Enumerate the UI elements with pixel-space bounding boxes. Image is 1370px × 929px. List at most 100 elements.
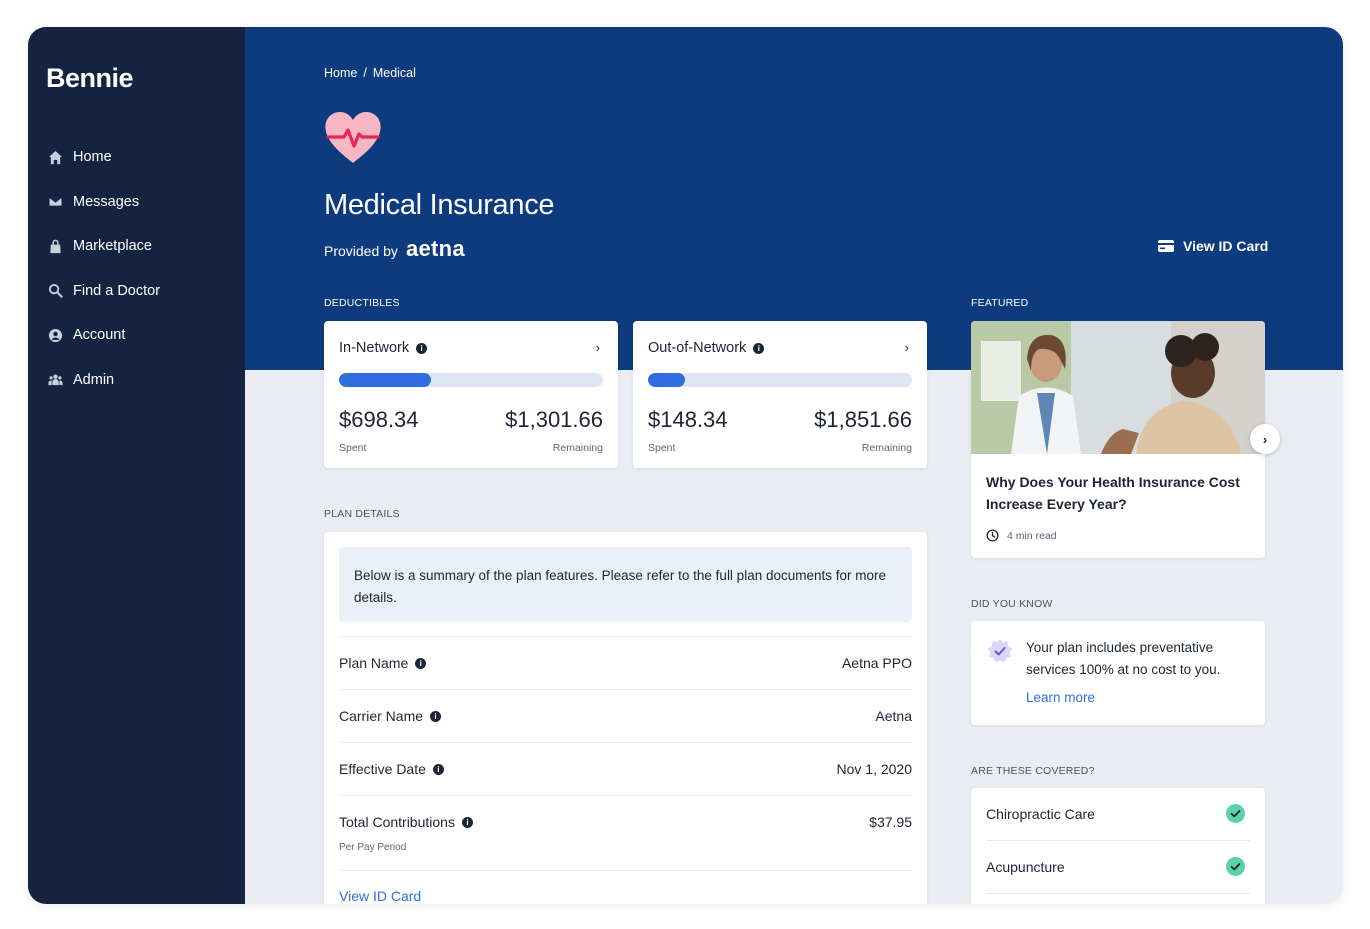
id-card-icon	[1158, 240, 1174, 252]
covered-card: Chiropractic Care Acupuncture	[971, 788, 1265, 904]
spent-label: Spent	[339, 442, 367, 454]
remaining-amount: $1,301.66	[505, 407, 603, 432]
covered-heading: ARE THESE COVERED?	[971, 765, 1095, 777]
covered-item[interactable]: Chiropractic Care	[986, 788, 1250, 841]
did-you-know-heading: DID YOU KNOW	[971, 598, 1053, 610]
row-value: Nov 1, 2020	[836, 761, 913, 777]
deductible-progress-fill	[648, 373, 685, 387]
covered-item-label: Chiropractic Care	[986, 806, 1095, 822]
main-content: Home / Medical Medical Insurance Provided …	[245, 27, 1343, 904]
info-icon[interactable]: i	[461, 816, 473, 828]
remaining-label: Remaining	[552, 442, 603, 454]
row-value: Aetna PPO	[841, 655, 912, 671]
sidebar-item-label: Admin	[73, 371, 115, 388]
home-icon	[48, 150, 63, 164]
remaining-amount: $1,851.66	[814, 407, 912, 432]
row-label: Total Contributions	[339, 814, 455, 830]
plan-row-carrier-name: Carrier Name i Aetna	[339, 689, 912, 742]
sidebar-nav: Home Messages Marketplace Find a Doctor …	[28, 135, 245, 402]
row-value: Aetna	[875, 708, 912, 724]
sidebar-item-label: Messages	[73, 193, 140, 210]
sidebar-item-home[interactable]: Home	[28, 135, 245, 180]
featured-photo	[971, 321, 1265, 454]
breadcrumb-separator: /	[363, 66, 367, 80]
deductibles-heading: DEDUCTIBLES	[324, 297, 400, 309]
sidebar: Bennie Home Messages Marketplace Find a …	[28, 27, 245, 904]
users-icon	[48, 374, 63, 386]
breadcrumb: Home / Medical	[324, 66, 416, 80]
check-circle-icon	[1226, 804, 1245, 823]
featured-article-card[interactable]: › Why Does Your Health Insurance Cost In…	[971, 321, 1280, 558]
view-id-card-label: View ID Card	[1183, 238, 1269, 254]
covered-item[interactable]: Acupuncture	[986, 841, 1250, 894]
breadcrumb-current: Medical	[372, 66, 416, 80]
sidebar-item-messages[interactable]: Messages	[28, 180, 245, 225]
sidebar-item-account[interactable]: Account	[28, 313, 245, 358]
logo[interactable]: Bennie	[46, 63, 134, 94]
info-icon[interactable]: i	[432, 763, 444, 775]
deductible-progress-fill	[339, 373, 432, 387]
info-icon[interactable]: i	[430, 710, 442, 722]
app-window: Bennie Home Messages Marketplace Find a …	[28, 27, 1343, 904]
did-you-know-card: Your plan includes preventative services…	[971, 621, 1265, 725]
view-id-card-button[interactable]: View ID Card	[1158, 238, 1268, 254]
spent-amount: $698.34	[339, 407, 419, 432]
plan-details-heading: PLAN DETAILS	[324, 508, 400, 520]
heart-pulse-icon	[325, 112, 381, 163]
info-icon[interactable]: i	[415, 657, 427, 669]
spent-label: Spent	[648, 442, 676, 454]
featured-title[interactable]: Why Does Your Health Insurance Cost Incr…	[986, 471, 1251, 515]
sidebar-item-find-a-doctor[interactable]: Find a Doctor	[28, 269, 245, 314]
row-label: Plan Name	[339, 655, 409, 671]
user-circle-icon	[48, 328, 63, 342]
plan-summary: Below is a summary of the plan features.…	[339, 547, 912, 622]
did-you-know-text: Your plan includes preventative services…	[1026, 640, 1221, 677]
covered-item-label: Acupuncture	[986, 859, 1065, 875]
sidebar-item-label: Marketplace	[73, 238, 152, 255]
sidebar-item-label: Home	[73, 149, 112, 166]
provider-logo: aetna	[405, 236, 465, 261]
deductible-progress	[339, 373, 603, 387]
info-icon[interactable]: i	[753, 342, 765, 354]
sidebar-item-label: Account	[73, 327, 126, 344]
envelope-icon	[48, 196, 63, 207]
row-sublabel: Per Pay Period	[339, 842, 407, 853]
verified-badge-icon	[988, 639, 1012, 662]
provider-line: Provided by aetna	[324, 236, 465, 262]
chevron-right-icon[interactable]: ›	[905, 340, 909, 355]
plan-details-card: Below is a summary of the plan features.…	[324, 532, 927, 904]
deductible-progress	[648, 373, 912, 387]
row-label: Carrier Name	[339, 708, 424, 724]
deductible-title-text: Out-of-Network	[648, 340, 747, 356]
deductible-title-text: In-Network	[339, 340, 410, 356]
remaining-label: Remaining	[861, 442, 912, 454]
plan-row-id-card: View ID Card	[339, 870, 912, 904]
shopping-bag-icon	[50, 239, 61, 253]
in-network-card[interactable]: In-Network i › $698.34 $1,301.66 Spent R…	[324, 321, 618, 468]
read-time: 4 min read	[986, 529, 1057, 542]
check-circle-icon	[1226, 857, 1245, 876]
breadcrumb-home[interactable]: Home	[324, 66, 357, 80]
provided-by-label: Provided by	[324, 243, 398, 259]
row-value: $37.95	[869, 814, 912, 830]
page-title: Medical Insurance	[324, 189, 555, 221]
carousel-next-button[interactable]: ›	[1250, 424, 1280, 454]
plan-row-plan-name: Plan Name i Aetna PPO	[339, 636, 912, 689]
search-icon	[48, 284, 63, 298]
clock-icon	[986, 529, 999, 542]
learn-more-link[interactable]: Learn more	[1026, 690, 1095, 705]
plan-row-effective-date: Effective Date i Nov 1, 2020	[339, 742, 912, 795]
spent-amount: $148.34	[648, 407, 728, 432]
plan-row-total-contributions: Total Contributions i $37.95 Per Pay Peri…	[339, 795, 912, 870]
read-time-text: 4 min read	[1007, 529, 1057, 542]
row-label: Effective Date	[339, 761, 426, 777]
deductible-title: In-Network i	[339, 340, 428, 356]
deductible-title: Out-of-Network i	[648, 340, 765, 356]
sidebar-item-admin[interactable]: Admin	[28, 358, 245, 403]
info-icon[interactable]: i	[416, 342, 428, 354]
out-of-network-card[interactable]: Out-of-Network i › $148.34 $1,851.66 Spe…	[633, 321, 927, 468]
chevron-right-icon[interactable]: ›	[596, 340, 600, 355]
view-id-card-link[interactable]: View ID Card	[339, 888, 421, 904]
sidebar-item-marketplace[interactable]: Marketplace	[28, 224, 245, 269]
featured-heading: FEATURED	[971, 297, 1029, 309]
